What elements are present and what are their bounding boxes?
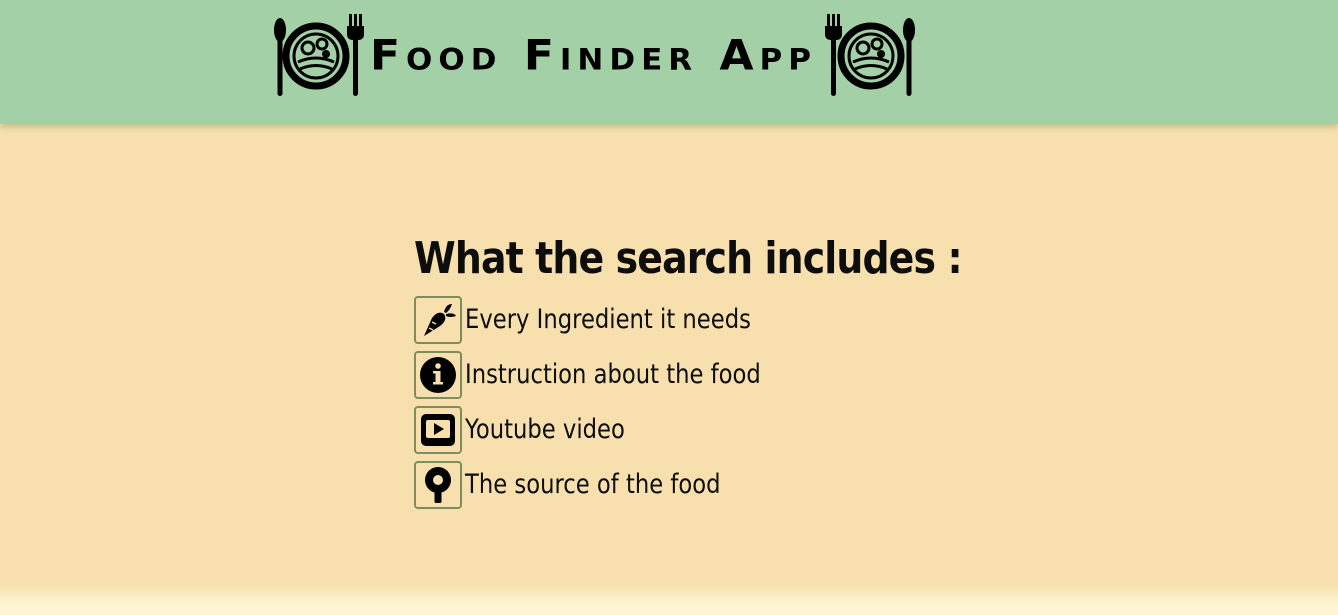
footer-glow bbox=[0, 585, 1338, 615]
icon-box bbox=[414, 405, 462, 454]
list-item: Every Ingredient it needs bbox=[414, 292, 1051, 347]
section-heading: What the search includes : bbox=[414, 233, 963, 284]
icon-box bbox=[414, 295, 462, 344]
icon-box bbox=[414, 350, 462, 399]
search-info-section: What the search includes : Every Ingredi… bbox=[414, 232, 1051, 512]
list-item: The source of the food bbox=[414, 457, 1051, 512]
carrot-icon bbox=[424, 303, 456, 336]
feature-label: The source of the food bbox=[465, 469, 721, 500]
list-item: Instruction about the food bbox=[414, 347, 1051, 402]
feature-label: Instruction about the food bbox=[465, 359, 761, 390]
plate-fork-spoon-icon bbox=[274, 14, 364, 96]
app-header: Food Finder App bbox=[0, 0, 1338, 124]
feature-list: Every Ingredient it needs Instruction ab… bbox=[414, 292, 1051, 512]
youtube-play-icon bbox=[421, 413, 455, 446]
icon-box bbox=[414, 460, 462, 509]
list-item: Youtube video bbox=[414, 402, 1051, 457]
info-circle-icon bbox=[420, 356, 456, 393]
app-title: Food Finder App bbox=[370, 31, 817, 80]
feature-label: Youtube video bbox=[465, 414, 625, 445]
location-pin-icon bbox=[425, 466, 451, 503]
feature-label: Every Ingredient it needs bbox=[465, 304, 751, 335]
title-bar: Food Finder App bbox=[270, 12, 919, 100]
plate-fork-spoon-icon bbox=[824, 14, 915, 96]
